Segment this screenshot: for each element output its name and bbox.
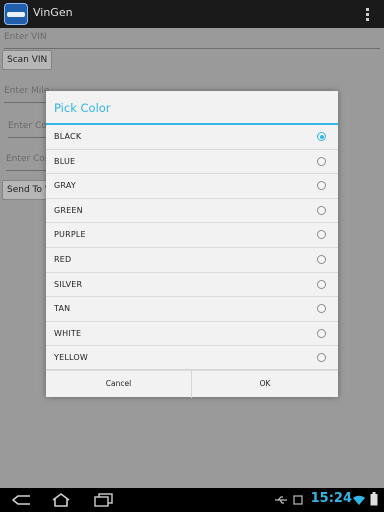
ok-button[interactable]: OK [192,370,338,398]
color-option-label: SILVER [54,279,83,289]
radio-button-icon[interactable] [317,156,326,166]
mileage-placeholder: Enter Mile [4,86,50,96]
app-icon[interactable] [4,3,28,25]
radio-button-icon[interactable] [317,230,326,240]
battery-icon [370,492,378,506]
color-option-label: YELLOW [54,353,88,363]
home-icon[interactable] [50,493,72,507]
color-option-black[interactable]: BLACK [46,125,338,150]
radio-button-icon[interactable] [317,279,326,289]
action-bar: VinGen [0,0,384,28]
color-option-silver[interactable]: SILVER [46,273,338,298]
radio-button-icon[interactable] [317,181,326,191]
storage-icon [293,495,303,505]
recents-icon[interactable] [92,493,114,507]
app-title: VinGen [33,6,73,19]
radio-button-icon[interactable] [317,304,326,314]
color-option-tan[interactable]: TAN [46,297,338,322]
overflow-menu-icon[interactable] [366,8,370,22]
usb-icon [275,496,287,504]
color-option-label: TAN [54,304,71,314]
color-option-label: BLUE [54,156,76,166]
back-icon[interactable] [10,493,32,507]
color-option-blue[interactable]: BLUE [46,150,338,175]
cancel-button[interactable]: Cancel [46,370,192,398]
radio-button-icon[interactable] [317,254,326,264]
vin-placeholder: Enter VIN [4,32,47,42]
color-option-label: PURPLE [54,230,86,240]
color-option-white[interactable]: WHITE [46,322,338,347]
dialog-button-row: Cancel OK [46,369,338,398]
color-option-red[interactable]: RED [46,248,338,273]
color-option-label: RED [54,254,72,264]
navigation-bar: 15:24 [0,488,384,512]
color-option-yellow[interactable]: YELLOW [46,346,338,371]
color-option-purple[interactable]: PURPLE [46,223,338,248]
vin-field[interactable]: Enter VIN [4,30,380,49]
color-option-green[interactable]: GREEN [46,199,338,224]
radio-button-icon[interactable] [317,205,326,215]
color-placeholder: Enter Col [8,121,50,131]
clock: 15:24 [310,491,352,506]
scan-vin-button[interactable]: Scan VIN [2,50,53,70]
color-option-list: BLACK BLUE GRAY GREEN PURPLE RED SILVER TAN WHIT… [46,125,338,371]
color-option-label: GREEN [54,205,83,215]
cost-placeholder: Enter Cos [6,154,50,164]
color-option-gray[interactable]: GRAY [46,174,338,199]
radio-button-icon[interactable] [317,132,326,141]
color-option-label: WHITE [54,328,82,338]
color-option-label: GRAY [54,181,76,191]
color-option-label: BLACK [54,132,82,141]
pick-color-dialog: Pick Color BLACK BLUE GRAY GREEN PURPLE RED SI… [46,91,338,398]
radio-button-icon[interactable] [317,353,326,363]
dialog-title: Pick Color [54,101,111,115]
radio-button-icon[interactable] [317,328,326,338]
wifi-icon [353,495,365,505]
